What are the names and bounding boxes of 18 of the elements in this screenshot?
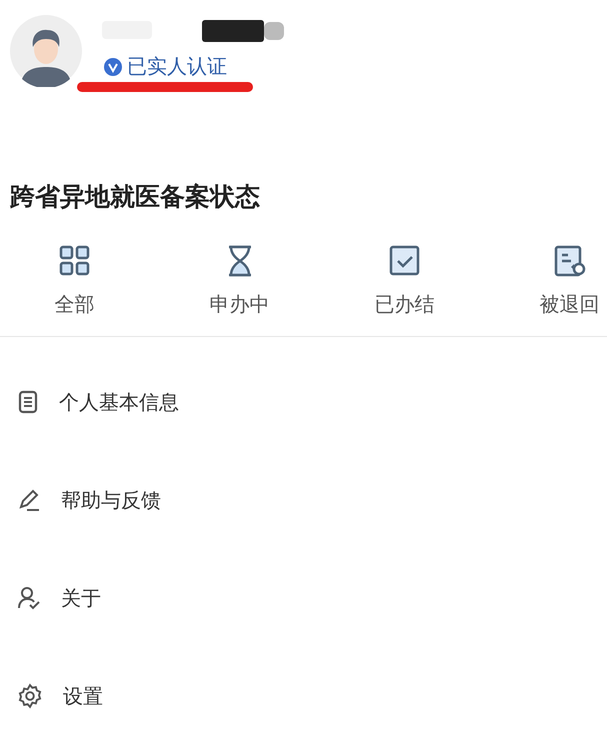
status-tab[interactable]: 已办结 — [322, 245, 487, 318]
status-tab[interactable]: 全部 — [0, 245, 157, 318]
section-title: 跨省异地就医备案状态 — [10, 181, 261, 213]
document-return-icon — [554, 245, 586, 277]
settings-icon — [17, 683, 43, 709]
checkbox-icon — [388, 245, 420, 277]
user-check-icon — [17, 586, 41, 610]
grid-icon — [58, 245, 90, 277]
menu-item[interactable]: 帮助与反馈 — [0, 488, 607, 512]
verification-status: 已实人认证 — [127, 53, 227, 80]
document-icon — [17, 390, 39, 414]
status-tab[interactable]: 申办中 — [157, 245, 322, 318]
status-tab[interactable]: 被退回 — [487, 245, 607, 318]
avatar — [10, 15, 82, 87]
menu-item[interactable]: 关于 — [0, 586, 607, 610]
pen-icon — [17, 488, 41, 512]
menu-item[interactable]: 设置 — [0, 684, 607, 708]
menu-item[interactable]: 个人基本信息 — [0, 390, 607, 414]
